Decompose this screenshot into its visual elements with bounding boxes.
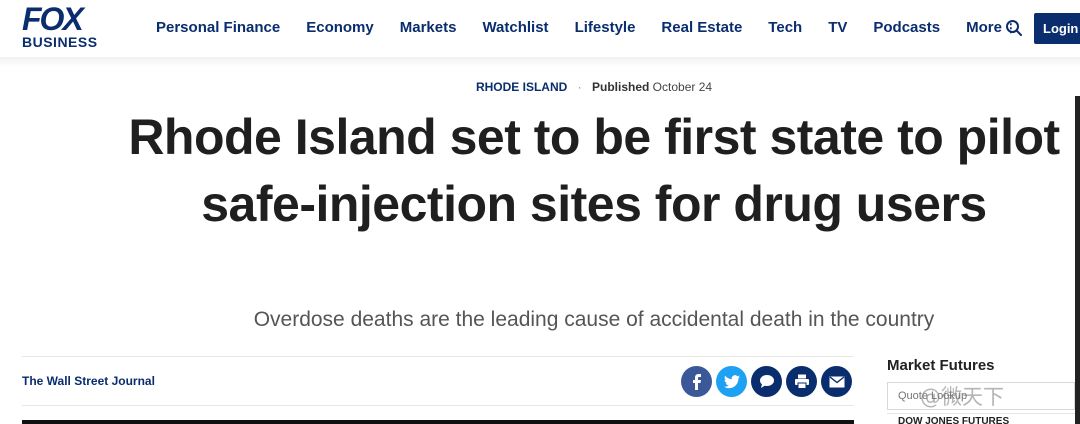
nav-markets[interactable]: Markets — [400, 18, 457, 38]
nav-lifestyle[interactable]: Lifestyle — [575, 18, 636, 38]
search-icon[interactable] — [1005, 19, 1023, 37]
byline-bar: The Wall Street Journal — [22, 356, 854, 406]
twitter-icon — [723, 374, 740, 388]
twitter-share-button[interactable] — [716, 366, 747, 397]
facebook-icon — [692, 373, 701, 390]
share-buttons — [677, 366, 852, 397]
published-label: Published — [591, 80, 650, 94]
nav-tv[interactable]: TV — [828, 18, 847, 38]
nav-personal-finance[interactable]: Personal Finance — [156, 18, 280, 38]
article-media-top-edge — [22, 420, 854, 424]
nav-economy[interactable]: Economy — [306, 18, 374, 38]
site-header: FOX BUSINESS Personal Finance Economy Ma… — [0, 0, 1080, 57]
weibo-watermark: @微天下 — [920, 385, 1004, 409]
nav-more-label: More — [966, 19, 1002, 36]
nav-watchlist[interactable]: Watchlist — [482, 18, 548, 38]
logo-business-text: BUSINESS — [22, 34, 98, 50]
rail-divider — [887, 413, 1075, 414]
facebook-share-button[interactable] — [681, 366, 712, 397]
rail-scroll-edge — [1075, 96, 1080, 424]
article-subhead: Overdose deaths are the leading cause of… — [253, 308, 935, 331]
nav-podcasts[interactable]: Podcasts — [873, 18, 940, 38]
comments-button[interactable] — [751, 366, 782, 397]
email-icon — [829, 375, 844, 387]
section-label[interactable]: RHODE ISLAND — [476, 80, 567, 94]
nav-real-estate[interactable]: Real Estate — [661, 18, 742, 38]
fox-business-logo[interactable]: FOX BUSINESS — [22, 1, 114, 50]
meta-separator: · — [577, 80, 582, 94]
futures-row-dow-jones[interactable]: DOW JONES FUTURES — [898, 416, 1009, 424]
article-meta: RHODE ISLAND · Published October 24 — [0, 80, 1080, 94]
logo-fox-text: FOX — [22, 1, 84, 37]
article-source[interactable]: The Wall Street Journal — [22, 374, 155, 388]
header-divider — [0, 57, 1080, 67]
article-headline: Rhode Island set to be first state to pi… — [128, 109, 1060, 232]
market-futures-title: Market Futures — [887, 357, 995, 374]
comments-icon — [759, 375, 774, 388]
main-nav: Personal Finance Economy Markets Watchli… — [156, 18, 1017, 38]
published-date: October 24 — [652, 80, 713, 94]
login-button[interactable]: Login — [1034, 13, 1080, 44]
email-share-button[interactable] — [821, 366, 852, 397]
print-icon — [794, 374, 809, 389]
nav-tech[interactable]: Tech — [768, 18, 802, 38]
print-button[interactable] — [786, 366, 817, 397]
